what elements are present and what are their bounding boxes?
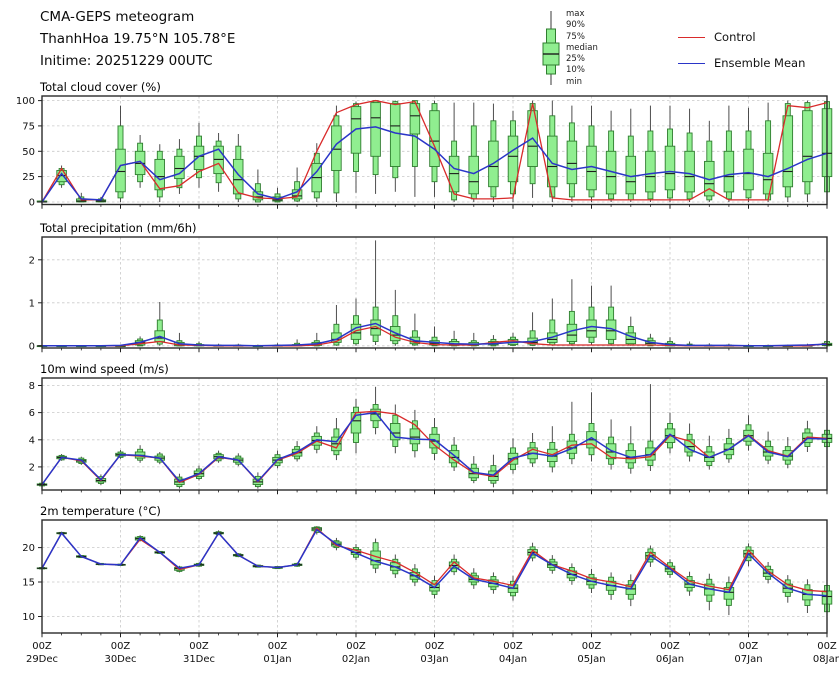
svg-text:75: 75	[22, 121, 35, 132]
svg-text:2: 2	[29, 462, 35, 473]
svg-text:00Z: 00Z	[739, 641, 759, 652]
svg-text:00Z: 00Z	[660, 641, 680, 652]
panel-precip-title: Total precipitation (mm/6h)	[39, 221, 196, 235]
svg-text:2: 2	[29, 255, 35, 266]
legend-10-label: 10%	[566, 65, 585, 76]
svg-text:08Jan: 08Jan	[813, 654, 839, 665]
panel-wind-title: 10m wind speed (m/s)	[40, 362, 169, 376]
panel-temp-y-axis: 10 15 20	[22, 543, 42, 623]
svg-text:50: 50	[22, 147, 35, 158]
svg-text:100: 100	[16, 96, 35, 107]
legend-25-label: 25%	[566, 54, 585, 65]
legend-ensemble: Ensemble Mean	[678, 56, 805, 70]
figure-inittime: Initime: 20251229 00UTC	[40, 53, 213, 69]
panel-cloud-x-ticks	[41, 204, 828, 209]
ensemble-mean-label: Ensemble Mean	[714, 56, 806, 70]
figure-header: CMA-GEPS meteogram ThanhHoa 19.75°N 105.…	[40, 6, 235, 72]
figure-location: ThanhHoa 19.75°N 105.78°E	[40, 31, 236, 47]
legend-min-label: min	[566, 76, 583, 87]
svg-text:00Z: 00Z	[582, 641, 602, 652]
svg-text:00Z: 00Z	[346, 641, 366, 652]
panel-wind-y-axis: 2 4 6 8	[29, 381, 42, 473]
svg-text:25: 25	[22, 172, 35, 183]
svg-text:31Dec: 31Dec	[183, 654, 215, 665]
svg-text:05Jan: 05Jan	[577, 654, 605, 665]
svg-text:20: 20	[22, 543, 35, 554]
legend-control: Control	[678, 30, 756, 44]
svg-text:00Z: 00Z	[817, 641, 837, 652]
svg-text:07Jan: 07Jan	[734, 654, 762, 665]
panel-temp: 10 15 20 2m temperature (°C)	[22, 504, 833, 638]
control-label: Control	[714, 30, 756, 44]
svg-text:10: 10	[22, 612, 35, 623]
svg-text:30Dec: 30Dec	[104, 654, 136, 665]
meteogram-figure: 0 25 50 75 100 Total cloud cover (%) 0 1 2 Total …	[16, 80, 839, 665]
panel-wind-x-ticks	[41, 490, 828, 495]
control-line-swatch	[678, 36, 705, 38]
panel-cloud: 0 25 50 75 100 Total cloud cover (%)	[16, 80, 833, 209]
legend-75-label: 75%	[566, 31, 585, 42]
svg-text:15: 15	[22, 578, 35, 589]
panel-wind: 2 4 6 8 10m wind speed (m/s)	[29, 362, 833, 495]
svg-text:00Z: 00Z	[111, 641, 131, 652]
svg-text:00Z: 00Z	[268, 641, 288, 652]
svg-text:1: 1	[29, 298, 35, 309]
panel-temp-x-ticks	[41, 633, 828, 638]
panel-temp-title: 2m temperature (°C)	[40, 504, 161, 518]
svg-text:04Jan: 04Jan	[499, 654, 527, 665]
svg-text:29Dec: 29Dec	[26, 654, 58, 665]
legend-median-label: median	[566, 42, 598, 53]
panel-precip: 0 1 2 Total precipitation (mm/6h)	[29, 221, 833, 353]
ensemble-mean-line-swatch	[678, 62, 705, 64]
panel-cloud-title: Total cloud cover (%)	[39, 80, 161, 94]
svg-text:0: 0	[29, 198, 35, 209]
x-axis-date-labels: 00Z 29Dec 00Z 30Dec 00Z 31Dec 00Z 01Jan 00Z 02Jan…	[26, 641, 839, 665]
svg-text:00Z: 00Z	[503, 641, 523, 652]
svg-text:00Z: 00Z	[425, 641, 445, 652]
panel-cloud-y-axis: 0 25 50 75 100	[16, 96, 42, 209]
panel-precip-y-axis: 0 1 2	[29, 255, 42, 352]
svg-text:6: 6	[29, 408, 35, 419]
boxplot-legend-icon	[542, 11, 560, 85]
svg-text:03Jan: 03Jan	[420, 654, 448, 665]
legend-90-label: 90%	[566, 20, 585, 31]
legend-max-label: max	[566, 9, 585, 19]
svg-text:00Z: 00Z	[189, 641, 209, 652]
svg-text:06Jan: 06Jan	[656, 654, 684, 665]
boxplot-legend-labels: max 90% 75% median 25% 10% min	[566, 9, 598, 88]
svg-text:00Z: 00Z	[32, 641, 52, 652]
panel-precip-x-ticks	[41, 348, 828, 353]
svg-text:0: 0	[29, 341, 35, 352]
figure-title: CMA-GEPS meteogram	[40, 9, 195, 25]
svg-text:8: 8	[29, 381, 35, 392]
svg-text:4: 4	[29, 435, 35, 446]
svg-text:02Jan: 02Jan	[342, 654, 370, 665]
svg-text:01Jan: 01Jan	[263, 654, 291, 665]
